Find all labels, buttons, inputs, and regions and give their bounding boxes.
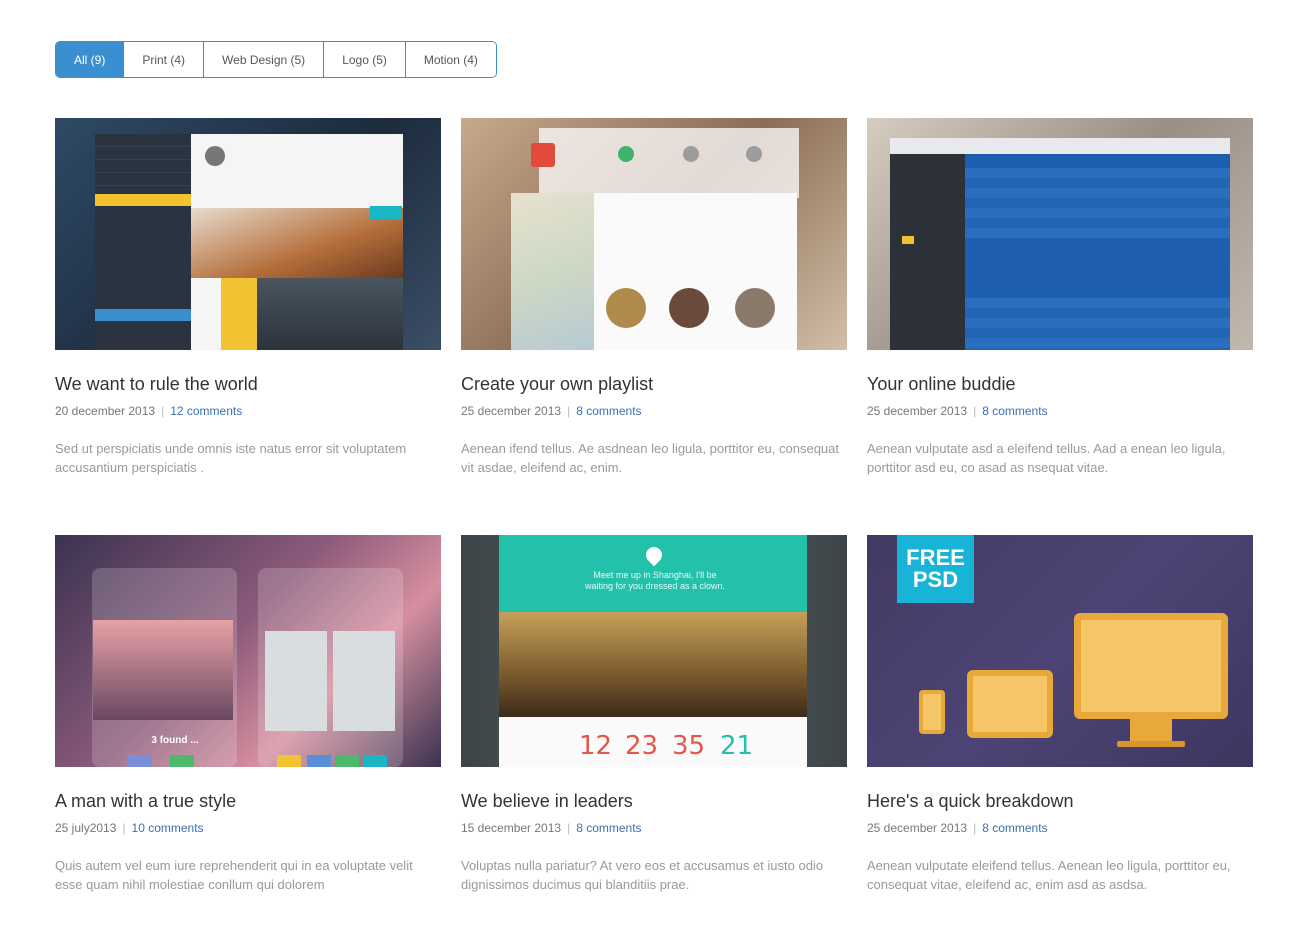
header-message: Meet me up in Shanghai, I'll be waiting … <box>584 570 726 591</box>
browser-bar <box>890 138 1230 154</box>
meta-separator: | <box>567 821 571 835</box>
post-excerpt: Aenean vulputate asd a eleifend tellus. … <box>867 441 1226 475</box>
post-meta: 20 december 2013 | 12 comments <box>55 403 441 419</box>
cityscapes-tile <box>257 278 403 350</box>
monitor-icon <box>1074 613 1228 719</box>
portfolio-thumbnail[interactable] <box>867 118 1253 350</box>
download-icon <box>531 143 555 167</box>
steps-overlay <box>539 128 799 198</box>
photo-tiles <box>265 631 400 731</box>
post-meta: 15 december 2013 | 8 comments <box>461 820 847 836</box>
post-meta: 25 december 2013 | 8 comments <box>461 403 847 419</box>
results-label: 3 found ... <box>151 735 199 746</box>
map-panel <box>511 193 601 350</box>
post-excerpt: Aenean vulputate eleifend tellus. Aenean… <box>867 858 1231 892</box>
post-title[interactable]: Create your own playlist <box>461 373 847 395</box>
portfolio-thumbnail[interactable]: FREE PSD <box>867 535 1253 767</box>
countdown-hours: 23 <box>625 731 659 761</box>
monitor-base <box>1117 741 1185 747</box>
avatar <box>205 146 225 166</box>
check-step-icon <box>618 146 634 162</box>
portfolio-card: Your online buddie 25 december 2013 | 8 co… <box>867 118 1253 477</box>
post-date: 25 july2013 <box>55 821 117 835</box>
countdown-days: 12 <box>579 731 613 761</box>
app-button <box>170 755 194 767</box>
meta-separator: | <box>567 404 571 418</box>
post-title[interactable]: We believe in leaders <box>461 790 847 812</box>
filter-motion[interactable]: Motion (4) <box>405 42 496 77</box>
dashboard-sidebar <box>890 154 965 350</box>
portfolio-card: Meet me up in Shanghai, I'll be waiting … <box>461 535 847 894</box>
portfolio-card: FREE PSD Here's a quick breakdown 25 dec… <box>867 535 1253 894</box>
comments-link[interactable]: 8 comments <box>576 404 641 418</box>
post-meta: 25 december 2013 | 8 comments <box>867 820 1253 836</box>
post-date: 15 december 2013 <box>461 821 562 835</box>
city-avatar <box>735 288 775 328</box>
badge-line-free: FREE <box>906 545 965 570</box>
city-avatar <box>669 288 709 328</box>
data-table <box>965 168 1230 238</box>
portfolio-card: 3 found ... A man with a true style 25 j… <box>55 535 441 894</box>
meta-separator: | <box>122 821 126 835</box>
portfolio-filter-bar: All (9) Print (4) Web Design (5) Logo (5… <box>55 41 497 78</box>
meta-separator: | <box>161 404 165 418</box>
comments-link[interactable]: 10 comments <box>132 821 204 835</box>
filter-logo[interactable]: Logo (5) <box>324 42 406 77</box>
yellow-marker <box>902 236 914 244</box>
app-button <box>307 755 331 767</box>
badge-line-psd: PSD <box>912 567 959 592</box>
post-title[interactable]: A man with a true style <box>55 790 441 812</box>
louvre-photo <box>93 620 233 720</box>
meta-separator: | <box>973 821 977 835</box>
free-psd-badge: FREE PSD <box>897 535 974 603</box>
dark-sidebar-panel <box>95 134 191 350</box>
portfolio-card: We want to rule the world 20 december 20… <box>55 118 441 477</box>
post-date: 25 december 2013 <box>867 404 968 418</box>
portfolio-thumbnail[interactable]: Meet me up in Shanghai, I'll be waiting … <box>461 535 847 767</box>
app-button <box>335 755 359 767</box>
filter-all[interactable]: All (9) <box>56 42 125 77</box>
portfolio-thumbnail[interactable]: 3 found ... <box>55 535 441 767</box>
filter-print[interactable]: Print (4) <box>124 42 205 77</box>
post-title[interactable]: Here's a quick breakdown <box>867 790 1253 812</box>
app-button <box>363 755 387 767</box>
app-button <box>277 755 301 767</box>
post-date: 25 december 2013 <box>867 821 968 835</box>
post-date: 20 december 2013 <box>55 404 156 418</box>
comments-link[interactable]: 8 comments <box>576 821 641 835</box>
comments-link[interactable]: 8 comments <box>982 404 1047 418</box>
countdown-seconds: 21 <box>720 731 754 761</box>
post-meta: 25 december 2013 | 8 comments <box>867 403 1253 419</box>
post-title[interactable]: Your online buddie <box>867 373 1253 395</box>
countdown-minutes: 35 <box>672 731 706 761</box>
comments-link[interactable]: 8 comments <box>982 821 1047 835</box>
data-table <box>965 298 1230 350</box>
post-excerpt: Aenean ifend tellus. Ae asdnean leo ligu… <box>461 441 839 475</box>
post-excerpt: Quis autem vel eum iure reprehenderit qu… <box>55 858 413 892</box>
city-avatar <box>606 288 646 328</box>
app-button <box>128 755 152 767</box>
monitor-stand <box>1130 719 1172 741</box>
post-date: 25 december 2013 <box>461 404 562 418</box>
post-title[interactable]: We want to rule the world <box>55 373 441 395</box>
comments-link[interactable]: 12 comments <box>170 404 242 418</box>
post-excerpt: Voluptas nulla pariatur? At vero eos et … <box>461 858 824 892</box>
portfolio-thumbnail[interactable] <box>55 118 441 350</box>
post-excerpt: Sed ut perspiciatis unde omnis iste natu… <box>55 441 407 475</box>
tablet-icon <box>967 670 1053 738</box>
portfolio-card: Create your own playlist 25 december 201… <box>461 118 847 477</box>
time-badge <box>370 206 402 220</box>
portfolio-thumbnail[interactable] <box>461 118 847 350</box>
street-photo <box>499 612 807 717</box>
filter-web-design[interactable]: Web Design (5) <box>204 42 325 77</box>
post-meta: 25 july2013 | 10 comments <box>55 820 441 836</box>
phone-icon <box>919 690 945 734</box>
yellow-note <box>221 278 257 350</box>
meta-separator: | <box>973 404 977 418</box>
check-step-icon <box>746 146 762 162</box>
step-icon <box>683 146 699 162</box>
